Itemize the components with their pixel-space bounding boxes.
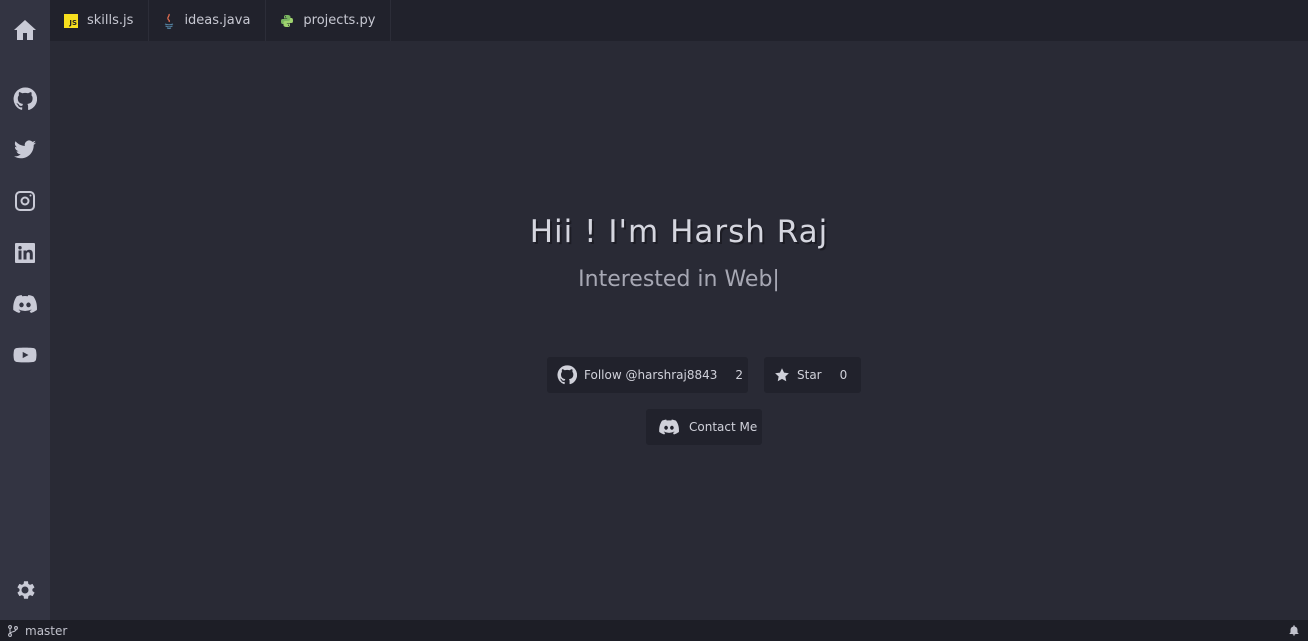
tab-ideas-java[interactable]: ideas.java (149, 0, 267, 41)
github-follow-button[interactable]: Follow @harshraj8843 2 (547, 357, 748, 393)
typing-subtitle: Interested in Web| (578, 267, 780, 292)
git-branch-label[interactable]: master (25, 624, 67, 638)
github-icon[interactable] (12, 86, 38, 112)
status-bar: master (0, 620, 1308, 641)
star-icon (774, 367, 790, 383)
bell-icon[interactable] (1288, 624, 1300, 637)
python-icon (280, 14, 294, 28)
gear-icon[interactable] (12, 577, 38, 603)
discord-icon (656, 417, 682, 437)
star-count: 0 (839, 368, 848, 382)
contact-label: Contact Me (689, 420, 758, 434)
star-label: Star (797, 368, 822, 382)
activity-sidebar (0, 0, 50, 620)
discord-icon[interactable] (12, 291, 38, 317)
github-icon (557, 365, 577, 385)
editor-content: Hii ! I'm Harsh Raj Interested in Web| F… (50, 41, 1308, 620)
contact-me-button[interactable]: Contact Me (646, 409, 762, 445)
follow-label: Follow @harshraj8843 (584, 368, 718, 382)
follow-count: 2 (735, 368, 744, 382)
editor-tab-bar: JS skills.js ideas.java projects.py (50, 0, 1308, 41)
tab-projects-py[interactable]: projects.py (266, 0, 392, 41)
linkedin-icon[interactable] (12, 240, 38, 266)
javascript-icon: JS (64, 13, 78, 28)
tab-label: ideas.java (184, 13, 251, 28)
github-star-button[interactable]: Star 0 (764, 357, 861, 393)
tab-skills-js[interactable]: JS skills.js (50, 0, 150, 41)
tab-label: skills.js (87, 13, 134, 28)
tab-label: projects.py (303, 13, 376, 28)
twitter-icon[interactable] (12, 137, 38, 163)
java-icon (163, 13, 175, 29)
youtube-icon[interactable] (12, 342, 38, 368)
home-icon[interactable] (12, 17, 38, 43)
page-title: Hii ! I'm Harsh Raj (529, 214, 829, 250)
instagram-icon[interactable] (12, 188, 38, 214)
git-branch-icon (8, 624, 18, 637)
